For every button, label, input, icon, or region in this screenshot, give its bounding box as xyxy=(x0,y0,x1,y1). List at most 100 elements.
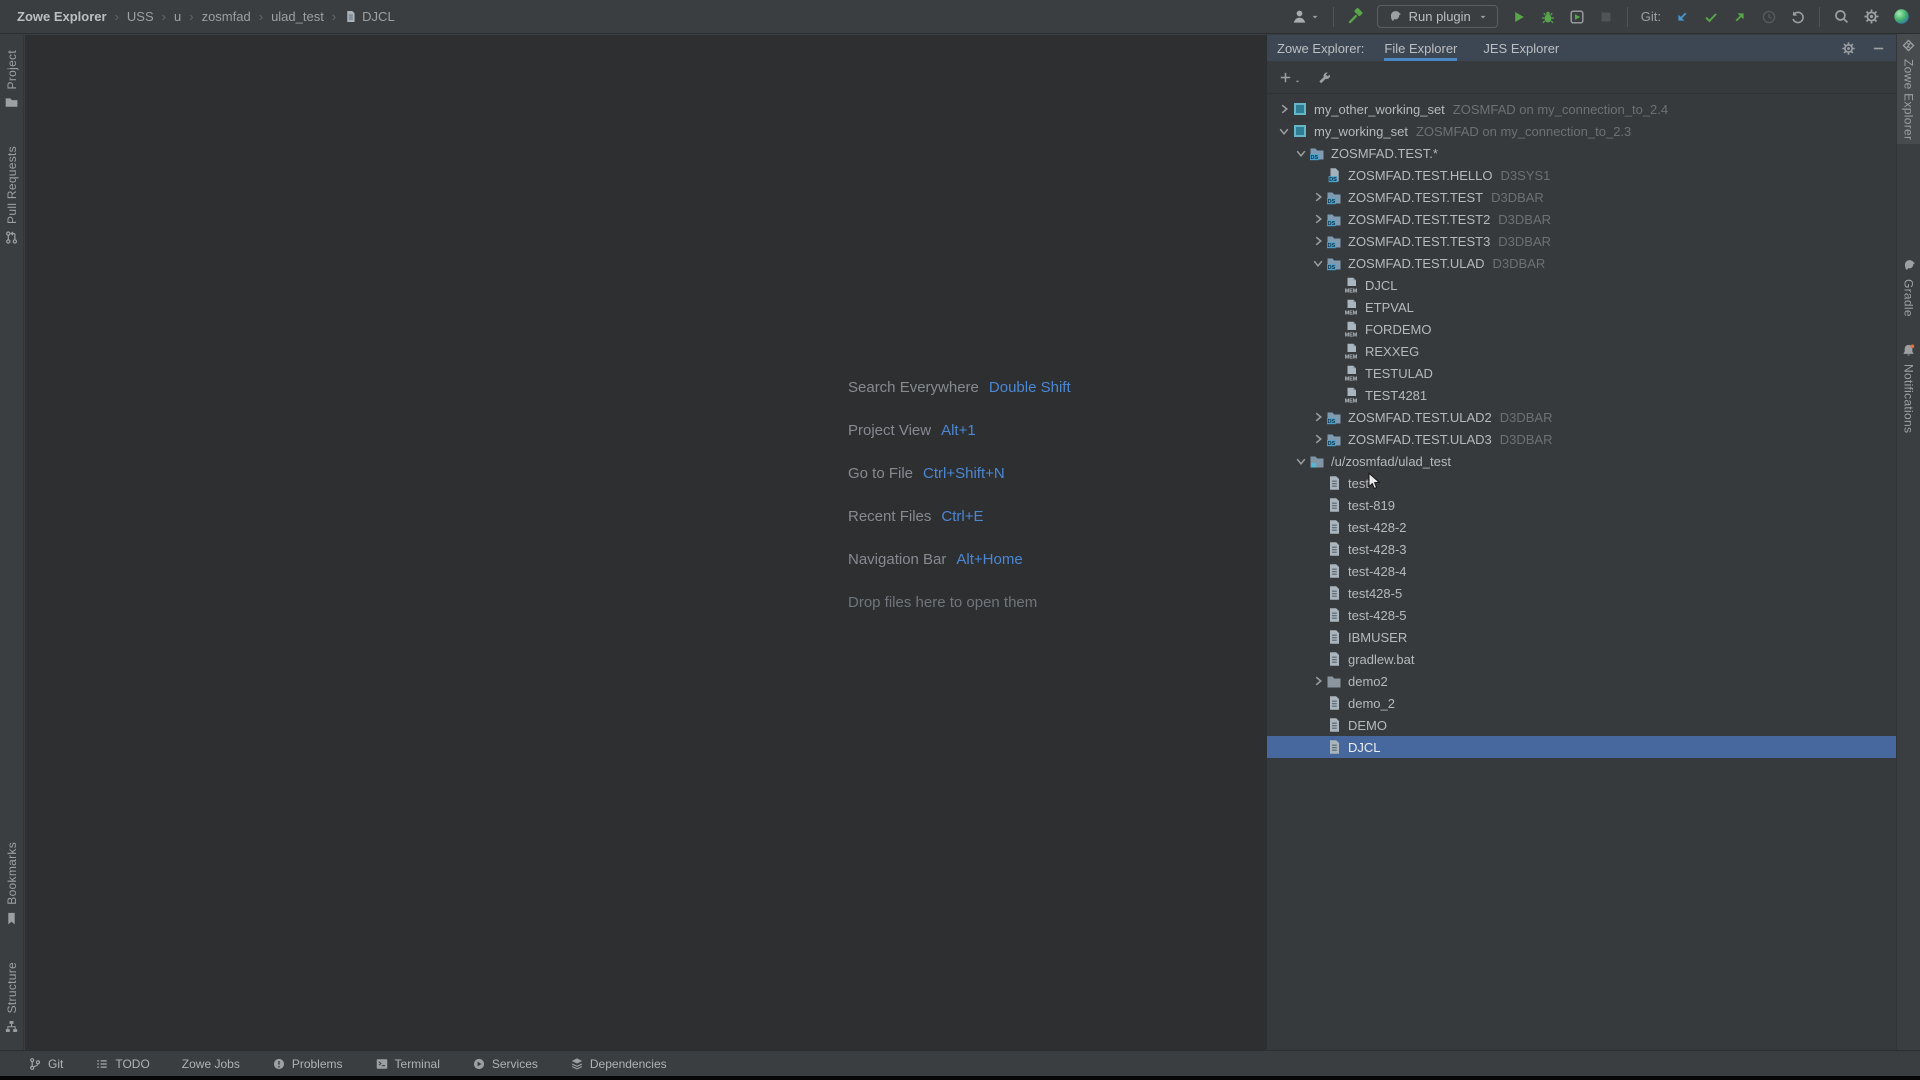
tree-row[interactable]: DSZOSMFAD.TEST.ULADD3DBAR xyxy=(1267,252,1896,274)
tree-row[interactable]: demo_2 xyxy=(1267,692,1896,714)
tree-row[interactable]: test-428-2 xyxy=(1267,516,1896,538)
statusbar-item-label: Problems xyxy=(292,1057,343,1071)
shortcut-row: Search EverywhereDouble Shift xyxy=(848,366,1071,409)
shortcut-row: Go to FileCtrl+Shift+N xyxy=(848,452,1071,495)
tab-label: File Explorer xyxy=(1384,41,1457,56)
tree-row[interactable]: DSZOSMFAD.TEST.HELLOD3SYS1 xyxy=(1267,164,1896,186)
tree-row[interactable]: MEMETPVAL xyxy=(1267,296,1896,318)
statusbar-item-zowe-jobs[interactable]: Zowe Jobs xyxy=(182,1057,240,1071)
mem-icon: MEM xyxy=(1343,343,1359,359)
chevron-right-icon[interactable] xyxy=(1309,233,1326,249)
stripe-button-zowe-explorer[interactable]: Zowe Explorer xyxy=(1897,34,1920,144)
statusbar-item-services[interactable]: Services xyxy=(472,1057,538,1071)
chevron-right-icon[interactable] xyxy=(1309,409,1326,425)
statusbar-item-todo[interactable]: TODO xyxy=(95,1057,149,1071)
tree-row[interactable]: MEMDJCL xyxy=(1267,274,1896,296)
tree-row[interactable]: test-428-5 xyxy=(1267,604,1896,626)
chevron-right-icon[interactable] xyxy=(1275,101,1292,117)
tree-row[interactable]: my_working_setZOSMFAD on my_connection_t… xyxy=(1267,120,1896,142)
hammer-icon xyxy=(1347,8,1364,25)
tree-row[interactable]: DEMO xyxy=(1267,714,1896,736)
tree-row[interactable]: MEMTEST4281 xyxy=(1267,384,1896,406)
statusbar-item-dependencies[interactable]: Dependencies xyxy=(570,1057,667,1071)
stripe-button-bookmarks[interactable]: Bookmarks xyxy=(0,838,24,930)
svg-text:DS: DS xyxy=(1329,177,1337,183)
tree-row[interactable]: test428-5 xyxy=(1267,582,1896,604)
run-with-coverage-button[interactable] xyxy=(1569,9,1585,25)
commit-button[interactable] xyxy=(1703,9,1719,25)
chevron-right-icon[interactable] xyxy=(1309,189,1326,205)
toolbar-separator xyxy=(1627,7,1628,27)
history-button[interactable] xyxy=(1761,9,1777,25)
stripe-button-project[interactable]: Project xyxy=(0,46,24,114)
chevron-down-icon[interactable] xyxy=(1275,123,1292,139)
chevron-right-icon[interactable] xyxy=(1309,211,1326,227)
statusbar-item-problems[interactable]: Problems xyxy=(272,1057,343,1071)
code-with-me-button[interactable] xyxy=(1893,8,1910,25)
panel-settings-button[interactable] xyxy=(1841,41,1856,56)
tree-row[interactable]: DSZOSMFAD.TEST.ULAD2D3DBAR xyxy=(1267,406,1896,428)
ds-folder-icon: DS xyxy=(1326,409,1342,425)
chevron-right-icon[interactable] xyxy=(1309,431,1326,447)
breadcrumb-item[interactable]: ulad_test xyxy=(266,9,329,24)
breadcrumb-item[interactable]: zosmfad xyxy=(197,9,256,24)
tree-row[interactable]: DSZOSMFAD.TEST.TEST3D3DBAR xyxy=(1267,230,1896,252)
tree-row[interactable]: MEMFORDEMO xyxy=(1267,318,1896,340)
breadcrumb-item[interactable]: USS xyxy=(122,9,159,24)
run-button[interactable] xyxy=(1511,9,1527,25)
run-configuration-widget[interactable]: Run plugin xyxy=(1377,5,1498,28)
add-working-set-button[interactable] xyxy=(1278,70,1301,85)
tab-file-explorer[interactable]: File Explorer xyxy=(1384,35,1457,61)
chevron-down-icon[interactable] xyxy=(1292,145,1309,161)
tree-row[interactable]: test-428-3 xyxy=(1267,538,1896,560)
tree-row[interactable]: DSZOSMFAD.TEST.* xyxy=(1267,142,1896,164)
tree-row[interactable]: demo2 xyxy=(1267,670,1896,692)
structure-icon xyxy=(4,1019,19,1034)
stripe-button-notifications[interactable]: Notifications xyxy=(1897,339,1920,437)
statusbar-item-terminal[interactable]: Terminal xyxy=(375,1057,440,1071)
tree-row[interactable]: DSZOSMFAD.TEST.TEST2D3DBAR xyxy=(1267,208,1896,230)
breadcrumb-item[interactable]: u xyxy=(169,9,186,24)
chevron-down-icon[interactable] xyxy=(1309,255,1326,271)
push-button[interactable] xyxy=(1732,9,1748,25)
tree-row[interactable]: test-819 xyxy=(1267,494,1896,516)
tree-row[interactable]: DJCL xyxy=(1267,736,1896,758)
panel-wrench-button[interactable] xyxy=(1317,70,1332,85)
tree-row[interactable]: my_other_working_setZOSMFAD on my_connec… xyxy=(1267,98,1896,120)
drop-files-hint: Drop files here to open them xyxy=(848,594,1037,611)
update-project-button[interactable] xyxy=(1674,9,1690,25)
zowe-icon xyxy=(1901,38,1916,53)
breadcrumb-item[interactable]: DJCL xyxy=(339,9,400,24)
search-everywhere-button[interactable] xyxy=(1833,8,1850,25)
uss-file-icon xyxy=(1326,717,1342,733)
tree-row[interactable]: MEMREXXEG xyxy=(1267,340,1896,362)
tree-row[interactable]: MEMTESTULAD xyxy=(1267,362,1896,384)
settings-button[interactable] xyxy=(1863,8,1880,25)
stripe-button-gradle[interactable]: Gradle xyxy=(1897,254,1920,321)
tab-jes-explorer[interactable]: JES Explorer xyxy=(1483,35,1559,61)
stop-button[interactable] xyxy=(1598,9,1614,25)
tree-row[interactable]: DSZOSMFAD.TEST.TESTD3DBAR xyxy=(1267,186,1896,208)
user-menu-button[interactable] xyxy=(1291,8,1320,25)
stripe-button-pull-requests[interactable]: Pull Requests xyxy=(0,142,24,249)
statusbar-item-git[interactable]: Git xyxy=(28,1057,63,1071)
tree-row[interactable]: DSZOSMFAD.TEST.ULAD3D3DBAR xyxy=(1267,428,1896,450)
build-project-button[interactable] xyxy=(1347,8,1364,25)
tree-row[interactable]: gradlew.bat xyxy=(1267,648,1896,670)
debug-button[interactable] xyxy=(1540,9,1556,25)
chevron-right-icon[interactable] xyxy=(1309,673,1326,689)
panel-hide-button[interactable] xyxy=(1871,41,1886,56)
tree-row[interactable]: test-428-4 xyxy=(1267,560,1896,582)
breadcrumb-item-label: Zowe Explorer xyxy=(17,9,107,24)
tree-row[interactable]: test xyxy=(1267,472,1896,494)
stripe-button-structure[interactable]: Structure xyxy=(0,958,24,1038)
tree-row[interactable]: /u/zosmfad/ulad_test xyxy=(1267,450,1896,472)
chevron-down-icon[interactable] xyxy=(1292,453,1309,469)
ds-folder-icon: DS xyxy=(1326,211,1342,227)
tree-row[interactable]: IBMUSER xyxy=(1267,626,1896,648)
breadcrumb-item[interactable]: Zowe Explorer xyxy=(12,9,112,24)
rollback-button[interactable] xyxy=(1790,9,1806,25)
bookmark-icon xyxy=(4,911,19,926)
main-toolbar: Zowe Explorer›USS›u›zosmfad›ulad_test›DJ… xyxy=(0,0,1920,34)
statusbar-item-label: TODO xyxy=(115,1057,149,1071)
